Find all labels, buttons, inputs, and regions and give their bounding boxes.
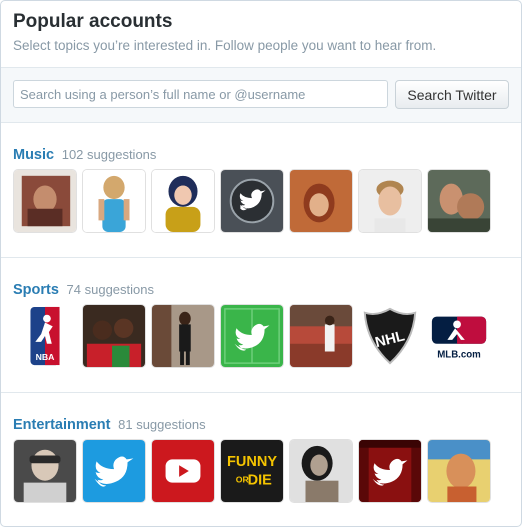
category-header: Music 102 suggestions (13, 147, 156, 163)
account-avatar-6[interactable] (358, 439, 422, 503)
photo-avatar (290, 440, 352, 502)
youtube-logo (152, 440, 214, 502)
photo-avatar (152, 305, 214, 367)
funny-or-die-text-1: FUNNY (227, 454, 277, 470)
account-avatar-5[interactable] (289, 304, 353, 368)
photo-avatar (14, 170, 76, 232)
account-avatar-5[interactable] (289, 439, 353, 503)
account-avatar-2[interactable] (82, 169, 146, 233)
panel-header: Popular accounts Select topics you’re in… (1, 1, 521, 68)
account-avatar-4[interactable] (220, 169, 284, 233)
category-header: Sports 74 suggestions (13, 282, 154, 298)
account-avatar-4[interactable] (220, 304, 284, 368)
account-avatar-1[interactable] (13, 169, 77, 233)
account-avatar-6[interactable] (358, 169, 422, 233)
search-input[interactable] (13, 80, 388, 108)
funny-or-die-text-3: DIE (248, 473, 273, 489)
account-avatar-4[interactable]: FUNNY OR DIE (220, 439, 284, 503)
mlb-logo-text: MLB.com (437, 349, 481, 360)
suggestion-count: 81 suggestions (118, 417, 206, 432)
nba-logo: NBA (14, 305, 76, 367)
nhl-logo: NHL (359, 305, 421, 367)
category-header: Entertainment 81 suggestions (13, 417, 206, 433)
photo-avatar (428, 440, 490, 502)
photo-avatar (152, 170, 214, 232)
funny-or-die-logo: FUNNY OR DIE (221, 440, 283, 502)
category-sports: Sports 74 suggestions NBA NHL MLB.com (1, 258, 521, 393)
photo-avatar (428, 170, 490, 232)
account-avatar-3[interactable] (151, 439, 215, 503)
account-avatar-2[interactable] (82, 304, 146, 368)
account-avatar-3[interactable] (151, 169, 215, 233)
search-bar: Search Twitter (1, 68, 521, 123)
account-avatar-6[interactable]: NHL (358, 304, 422, 368)
category-link-music[interactable]: Music (13, 147, 54, 163)
twitter-bird-icon (359, 440, 421, 502)
category-entertainment: Entertainment 81 suggestions FUNNY OR DI… (1, 393, 521, 526)
account-avatar-3[interactable] (151, 304, 215, 368)
page-subtitle: Select topics you’re interested in. Foll… (13, 38, 437, 53)
suggestion-count: 74 suggestions (66, 282, 154, 297)
account-avatar-1[interactable] (13, 439, 77, 503)
photo-avatar (359, 170, 421, 232)
photo-avatar (14, 440, 76, 502)
popular-accounts-panel: Popular accounts Select topics you’re in… (0, 0, 522, 527)
account-avatar-2[interactable] (82, 439, 146, 503)
account-avatar-7[interactable]: MLB.com (427, 304, 491, 368)
photo-avatar (290, 305, 352, 367)
account-avatar-7[interactable] (427, 169, 491, 233)
search-twitter-button[interactable]: Search Twitter (395, 80, 509, 109)
mlb-logo: MLB.com (428, 305, 490, 367)
nba-logo-text: NBA (36, 352, 56, 362)
account-avatar-5[interactable] (289, 169, 353, 233)
page-title: Popular accounts (13, 11, 173, 32)
twitter-bird-icon (221, 305, 283, 367)
account-avatar-1[interactable]: NBA (13, 304, 77, 368)
twitter-bird-icon (83, 440, 145, 502)
photo-avatar (83, 305, 145, 367)
suggestion-count: 102 suggestions (61, 147, 157, 162)
category-link-sports[interactable]: Sports (13, 282, 59, 298)
account-avatar-7[interactable] (427, 439, 491, 503)
photo-avatar (83, 170, 145, 232)
category-music: Music 102 suggestions (1, 123, 521, 258)
category-link-entertainment[interactable]: Entertainment (13, 417, 111, 433)
photo-avatar (290, 170, 352, 232)
twitter-bird-icon (221, 170, 283, 232)
